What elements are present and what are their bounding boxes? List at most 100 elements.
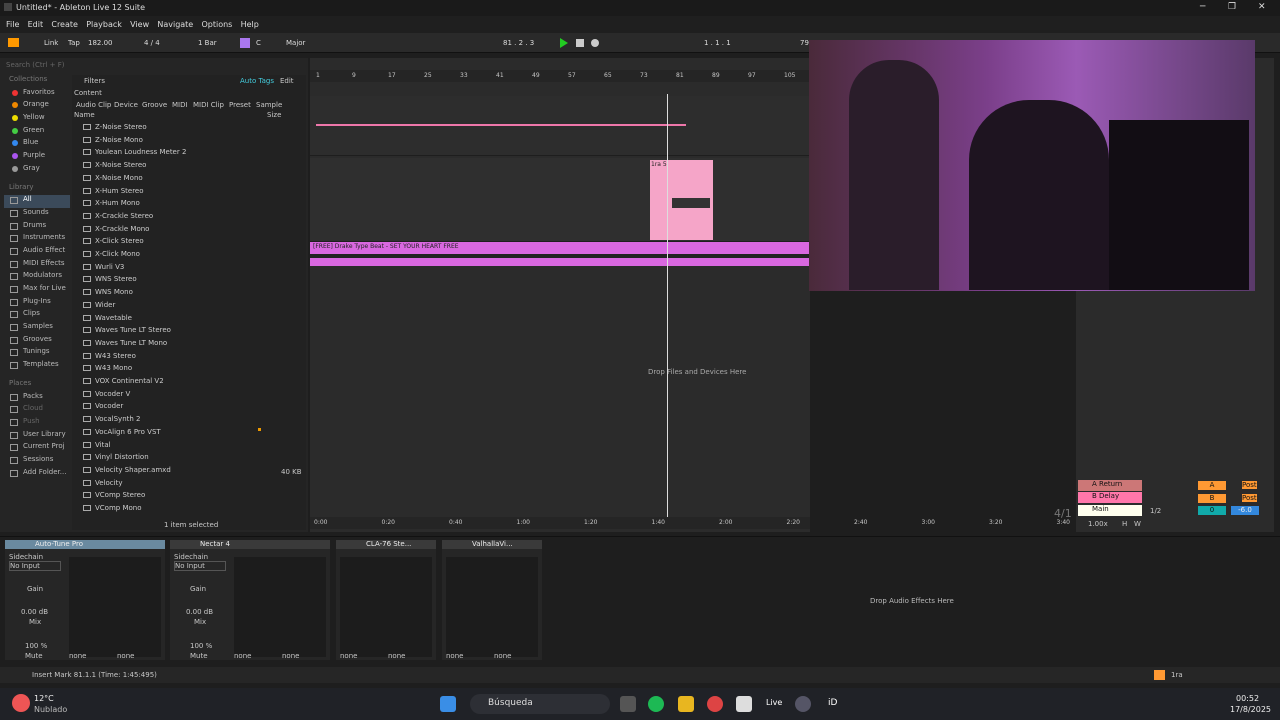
- pen-icon[interactable]: [736, 696, 752, 712]
- library-sounds[interactable]: Sounds: [4, 208, 70, 221]
- filters-button[interactable]: Filters: [84, 77, 105, 85]
- library-instruments[interactable]: Instruments: [4, 233, 70, 246]
- browser-item[interactable]: W43 Mono: [83, 364, 132, 376]
- library-drums[interactable]: Drums: [4, 221, 70, 234]
- gain-value[interactable]: 0.00 dB: [21, 608, 48, 616]
- library-max-for-live[interactable]: Max for Live: [4, 284, 70, 297]
- view-toggle-icon[interactable]: [8, 38, 19, 47]
- macro-select-2[interactable]: none: [494, 652, 511, 660]
- browser-item[interactable]: Waves Tune LT Stereo: [83, 326, 171, 338]
- clip-vocal[interactable]: 1ra 5: [650, 160, 713, 240]
- device-autotune[interactable]: Auto-Tune Pro Sidechain No Input Gain 0.…: [5, 540, 165, 660]
- ableton-live-taskbar[interactable]: Live: [766, 698, 782, 707]
- stop-icon[interactable]: [576, 39, 584, 47]
- size-column-header[interactable]: Size: [267, 111, 281, 119]
- edit-button[interactable]: Edit: [280, 77, 294, 85]
- collection-green[interactable]: Green: [4, 126, 70, 139]
- places-push[interactable]: Push: [4, 417, 70, 430]
- macro-select-2[interactable]: none: [388, 652, 405, 660]
- collection-blue[interactable]: Blue: [4, 138, 70, 151]
- browser-item[interactable]: Vocoder V: [83, 390, 130, 402]
- weather-icon[interactable]: [12, 694, 30, 712]
- main-track[interactable]: Main: [1078, 505, 1142, 516]
- main-volume[interactable]: 0: [1198, 506, 1226, 515]
- library-audio-effects[interactable]: Audio Effect: [4, 246, 70, 259]
- w-button[interactable]: W: [1134, 520, 1141, 528]
- midi-track[interactable]: [310, 96, 810, 156]
- browser-item[interactable]: Youlean Loudness Meter 2: [83, 148, 186, 160]
- browser-item[interactable]: WNS Stereo: [83, 275, 137, 287]
- macro-select-1[interactable]: none: [234, 652, 251, 660]
- time-signature[interactable]: 4 / 4: [144, 39, 160, 47]
- link-button[interactable]: Link: [44, 39, 58, 47]
- places-sessions[interactable]: Sessions: [4, 455, 70, 468]
- browser-item[interactable]: WNS Mono: [83, 288, 133, 300]
- menu-create[interactable]: Create: [51, 20, 78, 29]
- collection-gray[interactable]: Gray: [4, 164, 70, 177]
- id-app-taskbar[interactable]: iD: [828, 698, 837, 708]
- loop-start[interactable]: 1 . 1 . 1: [704, 39, 731, 47]
- browser-item[interactable]: Waves Tune LT Mono: [83, 339, 167, 351]
- gain-value[interactable]: 0.00 dB: [186, 608, 213, 616]
- browser-item[interactable]: X-Crackle Mono: [83, 225, 149, 237]
- browser-item[interactable]: VOX Continental V2: [83, 377, 164, 389]
- device-header[interactable]: CLA-76 Ste...: [336, 540, 436, 549]
- play-icon[interactable]: [560, 38, 568, 48]
- close-icon[interactable]: ✕: [1258, 2, 1266, 12]
- h-button[interactable]: H: [1122, 520, 1127, 528]
- tag-preset[interactable]: Preset: [229, 101, 251, 109]
- browser-item[interactable]: X-Click Mono: [83, 250, 140, 262]
- clip-beat[interactable]: [FREE] Drake Type Beat - SET YOUR HEART …: [310, 242, 810, 266]
- return-b-post[interactable]: Post: [1242, 494, 1257, 502]
- device-header[interactable]: ValhallaVi...: [442, 540, 542, 549]
- menu-edit[interactable]: Edit: [28, 20, 44, 29]
- device-nectar[interactable]: Nectar 4 Sidechain No Input Gain 0.00 dB…: [170, 540, 330, 660]
- mix-value[interactable]: 100 %: [190, 642, 212, 650]
- browser-item[interactable]: Z-Noise Mono: [83, 136, 143, 148]
- browser-item[interactable]: Wider: [83, 301, 115, 313]
- return-b[interactable]: B Delay: [1078, 492, 1142, 503]
- spotify-icon[interactable]: [648, 696, 664, 712]
- scale-icon[interactable]: [240, 38, 250, 48]
- clock-time[interactable]: 00:52: [1236, 694, 1259, 703]
- browser-item[interactable]: Vocoder: [83, 402, 123, 414]
- library-modulators[interactable]: Modulators: [4, 271, 70, 284]
- macro-select-1[interactable]: none: [446, 652, 463, 660]
- main-ratio[interactable]: 1/2: [1150, 507, 1161, 515]
- browser-item[interactable]: X-Hum Stereo: [83, 187, 144, 199]
- device-cla76[interactable]: CLA-76 Ste... none none: [336, 540, 436, 660]
- sidechain-input[interactable]: No Input: [174, 561, 226, 571]
- browser-item[interactable]: VocalSynth 2: [83, 415, 141, 427]
- macro-select-2[interactable]: none: [282, 652, 299, 660]
- collection-yellow[interactable]: Yellow: [4, 113, 70, 126]
- browser-search[interactable]: Search (Ctrl + F): [6, 61, 302, 72]
- start-icon[interactable]: [440, 696, 456, 712]
- browser-item[interactable]: Velocity Shaper.amxd: [83, 466, 171, 478]
- content-select[interactable]: Content: [74, 89, 102, 97]
- places-current-project[interactable]: Current Proj: [4, 442, 70, 455]
- browser-item[interactable]: VComp Stereo: [83, 491, 145, 503]
- library-plugins[interactable]: Plug-Ins: [4, 297, 70, 310]
- task-view-icon[interactable]: [620, 696, 636, 712]
- collection-orange[interactable]: Orange: [4, 100, 70, 113]
- audio-track-beat[interactable]: [FREE] Drake Type Beat - SET YOUR HEART …: [310, 242, 810, 266]
- audio-track-vocal[interactable]: 1ra 5: [310, 158, 810, 242]
- file-explorer-icon[interactable]: [678, 696, 694, 712]
- sidechain-input[interactable]: No Input: [9, 561, 61, 571]
- menu-playback[interactable]: Playback: [86, 20, 122, 29]
- macro-select-2[interactable]: none: [117, 652, 134, 660]
- clock-date[interactable]: 17/8/2025: [1230, 705, 1271, 714]
- browser-item[interactable]: Vinyl Distortion: [83, 453, 149, 465]
- mute-button[interactable]: Mute: [190, 652, 208, 660]
- steam-icon[interactable]: [795, 696, 811, 712]
- library-tunings[interactable]: Tunings: [4, 347, 70, 360]
- browser-item[interactable]: X-Noise Mono: [83, 174, 143, 186]
- taskbar-search[interactable]: Búsqueda: [470, 694, 610, 714]
- return-a[interactable]: A Return: [1078, 480, 1142, 491]
- browser-item[interactable]: Vital: [83, 441, 111, 453]
- menu-navigate[interactable]: Navigate: [157, 20, 193, 29]
- collection-favoritos[interactable]: Favoritos: [4, 88, 70, 101]
- arrangement-position[interactable]: 81 . 2 . 3: [503, 39, 534, 47]
- scale-select[interactable]: Major: [286, 39, 305, 47]
- device-valhalla[interactable]: ValhallaVi... none none: [442, 540, 542, 660]
